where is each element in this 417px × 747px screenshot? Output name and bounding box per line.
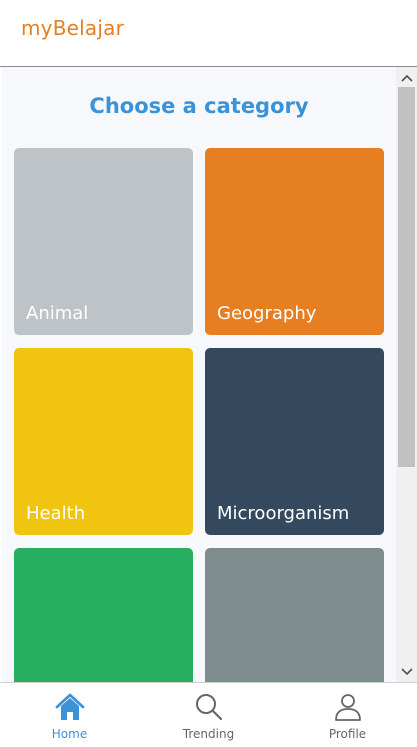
category-label: Microorganism [217,503,350,524]
app-header: myBelajar [0,0,417,67]
scroll-thumb[interactable] [398,87,415,467]
nav-profile[interactable]: Profile [278,683,417,747]
app-title: myBelajar [21,16,124,40]
bottom-nav: Home Trending Profile [0,682,417,747]
nav-trending[interactable]: Trending [139,683,278,747]
search-icon [194,691,224,723]
category-tile-animal[interactable]: Animal [14,148,193,335]
scroll-up-icon[interactable] [396,69,417,86]
category-tile-microorganism[interactable]: Microorganism [205,348,384,535]
category-tile-gray[interactable] [205,548,384,682]
nav-home[interactable]: Home [0,683,139,747]
category-tile-geography[interactable]: Geography [205,148,384,335]
category-label: Animal [26,303,89,324]
nav-label-home: Home [51,727,88,741]
nav-label-profile: Profile [328,727,367,741]
category-tile-health[interactable]: Health [14,348,193,535]
category-screen: Choose a category Animal Geography Healt… [2,67,396,682]
scroll-down-icon[interactable] [396,663,417,680]
page-title: Choose a category [89,94,309,118]
category-label: Health [26,503,86,524]
home-icon [54,691,86,723]
scrollbar[interactable] [396,67,417,682]
category-tile-green[interactable] [14,548,193,682]
user-icon [333,691,363,723]
nav-label-trending: Trending [182,727,235,741]
category-label: Geography [217,303,317,324]
